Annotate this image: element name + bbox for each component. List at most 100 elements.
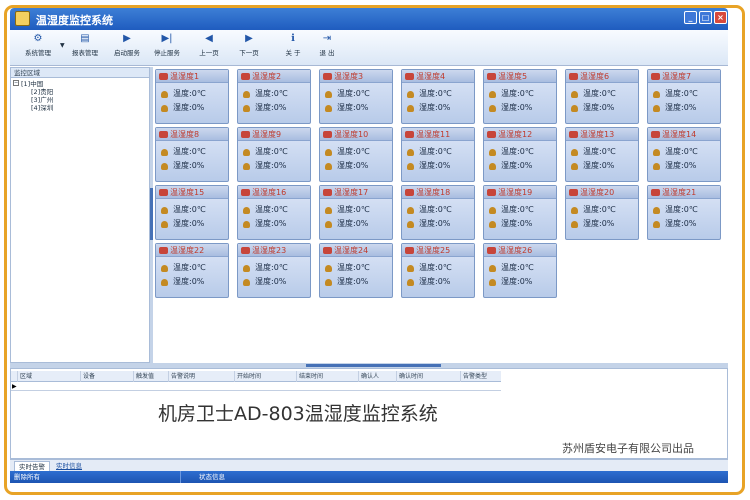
tab-realtime-alarm[interactable]: 实时告警 <box>14 461 50 471</box>
sensor-name: 温湿度13 <box>580 130 615 139</box>
prev-page-button[interactable]: ◀ 上一页 <box>192 33 226 63</box>
system-manage-button[interactable]: ⚙ 系统管理 <box>18 33 58 63</box>
start-service-button[interactable]: ▶ 启动服务 <box>108 33 146 63</box>
temperature-icon <box>489 91 496 98</box>
temperature-row: 温度:0℃ <box>402 87 474 101</box>
report-icon: ▤ <box>80 33 90 44</box>
temperature-icon <box>571 91 578 98</box>
sensor-card-title: 温湿度15 <box>156 186 228 199</box>
temperature-value: 温度:0℃ <box>419 263 452 272</box>
sensor-card[interactable]: 温湿度16 温度:0℃ 湿度:0% <box>237 185 311 240</box>
sensor-card[interactable]: 温湿度13 温度:0℃ 湿度:0% <box>565 127 639 182</box>
sensor-card[interactable]: 温湿度4 温度:0℃ 湿度:0% <box>401 69 475 124</box>
stop-icon: ▶| <box>161 33 173 44</box>
column-header[interactable]: 告警类型 <box>460 371 501 382</box>
sensor-card[interactable]: 温湿度17 温度:0℃ 湿度:0% <box>319 185 393 240</box>
sensor-card[interactable]: 温湿度18 温度:0℃ 湿度:0% <box>401 185 475 240</box>
temperature-row: 温度:0℃ <box>320 145 392 159</box>
column-header[interactable]: 确认时间 <box>396 371 460 382</box>
sensor-card-title: 温湿度8 <box>156 128 228 141</box>
close-button[interactable]: × <box>714 11 727 24</box>
sensor-card[interactable]: 温湿度3 温度:0℃ 湿度:0% <box>319 69 393 124</box>
temperature-icon <box>407 265 414 272</box>
temperature-icon <box>325 265 332 272</box>
temperature-value: 温度:0℃ <box>501 89 534 98</box>
temperature-value: 温度:0℃ <box>173 263 206 272</box>
sensor-card[interactable]: 温湿度2 温度:0℃ 湿度:0% <box>237 69 311 124</box>
humidity-icon <box>243 279 250 286</box>
humidity-row: 湿度:0% <box>156 275 228 289</box>
sensor-card[interactable]: 温湿度8 温度:0℃ 湿度:0% <box>155 127 229 182</box>
sensor-card[interactable]: 温湿度7 温度:0℃ 湿度:0% <box>647 69 721 124</box>
splitter-grip-horizontal[interactable] <box>306 364 441 367</box>
sensor-card[interactable]: 温湿度25 温度:0℃ 湿度:0% <box>401 243 475 298</box>
stop-service-button[interactable]: ▶| 停止服务 <box>148 33 186 63</box>
temperature-row: 温度:0℃ <box>156 87 228 101</box>
exit-button[interactable]: ⇥ 退 出 <box>310 33 344 63</box>
sensor-card[interactable]: 温湿度20 温度:0℃ 湿度:0% <box>565 185 639 240</box>
sensor-name: 温湿度3 <box>334 72 364 81</box>
sensor-device-icon <box>569 131 578 138</box>
sensor-card-title: 温湿度20 <box>566 186 638 199</box>
column-header[interactable]: 告警说明 <box>168 371 234 382</box>
table-row[interactable]: ▶ <box>11 382 501 391</box>
sensor-card[interactable]: 温湿度11 温度:0℃ 湿度:0% <box>401 127 475 182</box>
product-title: 机房卫士AD-803温湿度监控系统 <box>158 403 438 425</box>
column-header[interactable]: 确认人 <box>358 371 396 382</box>
temperature-row: 温度:0℃ <box>566 87 638 101</box>
sensor-card[interactable]: 温湿度10 温度:0℃ 湿度:0% <box>319 127 393 182</box>
about-button[interactable]: ℹ 关 于 <box>276 33 310 63</box>
sensor-card[interactable]: 温湿度22 温度:0℃ 湿度:0% <box>155 243 229 298</box>
sensor-card[interactable]: 温湿度6 温度:0℃ 湿度:0% <box>565 69 639 124</box>
temperature-icon <box>489 265 496 272</box>
collapse-icon[interactable]: − <box>13 80 19 86</box>
temperature-icon <box>489 149 496 156</box>
temperature-value: 温度:0℃ <box>255 205 288 214</box>
sensor-card[interactable]: 温湿度26 温度:0℃ 湿度:0% <box>483 243 557 298</box>
maximize-button[interactable]: □ <box>699 11 712 24</box>
column-header[interactable]: 设备 <box>80 371 133 382</box>
sensor-card[interactable]: 温湿度9 温度:0℃ 湿度:0% <box>237 127 311 182</box>
tree-node-root[interactable]: − [1]中国 <box>11 80 149 88</box>
sensor-card[interactable]: 温湿度12 温度:0℃ 湿度:0% <box>483 127 557 182</box>
sensor-card[interactable]: 温湿度19 温度:0℃ 湿度:0% <box>483 185 557 240</box>
about-label: 关 于 <box>285 49 301 57</box>
sensor-card[interactable]: 温湿度21 温度:0℃ 湿度:0% <box>647 185 721 240</box>
humidity-icon <box>243 163 250 170</box>
tree-node-guiyang[interactable]: [2]贵阳 <box>11 88 149 96</box>
humidity-value: 湿度:0% <box>255 103 287 112</box>
sensor-card[interactable]: 温湿度24 温度:0℃ 湿度:0% <box>319 243 393 298</box>
tree-node-guangzhou[interactable]: [3]广州 <box>11 96 149 104</box>
sensor-card[interactable]: 温湿度14 温度:0℃ 湿度:0% <box>647 127 721 182</box>
humidity-icon <box>489 221 496 228</box>
sensor-card[interactable]: 温湿度15 温度:0℃ 湿度:0% <box>155 185 229 240</box>
column-header[interactable]: 触发值 <box>133 371 168 382</box>
table-header: 区域 设备 触发值 告警说明 开始时间 结束时间 确认人 确认时间 告警类型 <box>11 371 501 382</box>
sensor-name: 温湿度19 <box>498 188 533 197</box>
tree-node-shenzhen[interactable]: [4]深圳 <box>11 104 149 112</box>
report-manage-button[interactable]: ▤ 报表管理 <box>68 33 102 63</box>
chevron-down-icon[interactable]: ▼ <box>60 42 65 49</box>
delete-all-link[interactable]: 删除所有 <box>14 471 40 483</box>
tab-realtime-info[interactable]: 实时信息 <box>52 461 86 471</box>
sensor-card[interactable]: 温湿度23 温度:0℃ 湿度:0% <box>237 243 311 298</box>
temperature-value: 温度:0℃ <box>173 89 206 98</box>
temperature-row: 温度:0℃ <box>320 203 392 217</box>
sensor-card[interactable]: 温湿度5 温度:0℃ 湿度:0% <box>483 69 557 124</box>
column-header[interactable]: 区域 <box>17 371 80 382</box>
temperature-row: 温度:0℃ <box>566 145 638 159</box>
humidity-row: 湿度:0% <box>402 217 474 231</box>
humidity-value: 湿度:0% <box>583 103 615 112</box>
row-marker-icon: ▶ <box>12 383 17 390</box>
column-header[interactable]: 开始时间 <box>234 371 296 382</box>
sensor-name: 温湿度22 <box>170 246 205 255</box>
minimize-button[interactable]: _ <box>684 11 697 24</box>
sensor-name: 温湿度15 <box>170 188 205 197</box>
humidity-icon <box>489 105 496 112</box>
next-page-button[interactable]: ▶ 下一页 <box>232 33 266 63</box>
temperature-icon <box>653 207 660 214</box>
humidity-row: 湿度:0% <box>402 275 474 289</box>
temperature-value: 温度:0℃ <box>501 205 534 214</box>
column-header[interactable]: 结束时间 <box>296 371 358 382</box>
sensor-card[interactable]: 温湿度1 温度:0℃ 湿度:0% <box>155 69 229 124</box>
